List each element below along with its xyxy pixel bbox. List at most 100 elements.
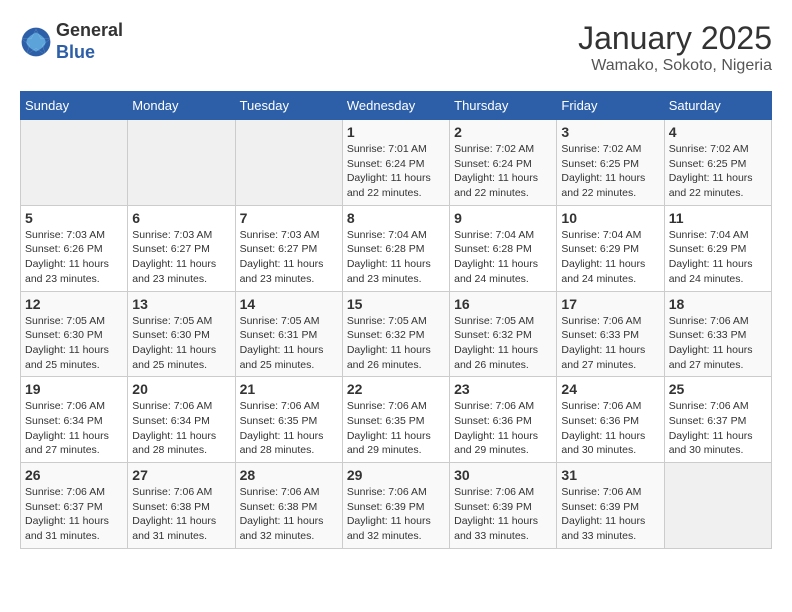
day-number: 3 (561, 124, 659, 140)
logo: General Blue (20, 20, 123, 63)
calendar-cell: 3 Sunrise: 7:02 AMSunset: 6:25 PMDaylight… (557, 120, 664, 206)
day-number: 2 (454, 124, 552, 140)
calendar-cell: 27 Sunrise: 7:06 AMSunset: 6:38 PMDayligh… (128, 463, 235, 549)
day-number: 29 (347, 467, 445, 483)
day-info: Sunrise: 7:05 AMSunset: 6:30 PMDaylight:… (132, 314, 230, 373)
calendar-cell: 7 Sunrise: 7:03 AMSunset: 6:27 PMDaylight… (235, 205, 342, 291)
calendar-cell (128, 120, 235, 206)
calendar-cell: 8 Sunrise: 7:04 AMSunset: 6:28 PMDaylight… (342, 205, 449, 291)
day-number: 7 (240, 210, 338, 226)
day-info: Sunrise: 7:03 AMSunset: 6:27 PMDaylight:… (132, 228, 230, 287)
day-info: Sunrise: 7:06 AMSunset: 6:38 PMDaylight:… (132, 485, 230, 544)
calendar-cell (21, 120, 128, 206)
calendar-cell: 18 Sunrise: 7:06 AMSunset: 6:33 PMDayligh… (664, 291, 771, 377)
day-number: 27 (132, 467, 230, 483)
day-number: 13 (132, 296, 230, 312)
day-number: 14 (240, 296, 338, 312)
header-row: SundayMondayTuesdayWednesdayThursdayFrid… (21, 92, 772, 120)
day-info: Sunrise: 7:06 AMSunset: 6:36 PMDaylight:… (454, 399, 552, 458)
column-header-saturday: Saturday (664, 92, 771, 120)
day-info: Sunrise: 7:03 AMSunset: 6:27 PMDaylight:… (240, 228, 338, 287)
calendar-header: SundayMondayTuesdayWednesdayThursdayFrid… (21, 92, 772, 120)
day-number: 28 (240, 467, 338, 483)
page-header: General Blue January 2025 Wamako, Sokoto… (20, 20, 772, 75)
day-info: Sunrise: 7:06 AMSunset: 6:33 PMDaylight:… (669, 314, 767, 373)
day-info: Sunrise: 7:02 AMSunset: 6:25 PMDaylight:… (561, 142, 659, 201)
page-subtitle: Wamako, Sokoto, Nigeria (578, 57, 772, 75)
logo-text: General Blue (56, 20, 123, 63)
calendar-cell: 26 Sunrise: 7:06 AMSunset: 6:37 PMDayligh… (21, 463, 128, 549)
day-number: 30 (454, 467, 552, 483)
calendar-cell: 21 Sunrise: 7:06 AMSunset: 6:35 PMDayligh… (235, 377, 342, 463)
calendar-cell: 24Sunrise: 7:06 AMSunset: 6:36 PMDayligh… (557, 377, 664, 463)
column-header-wednesday: Wednesday (342, 92, 449, 120)
day-number: 11 (669, 210, 767, 226)
day-info: Sunrise: 7:06 AMSunset: 6:37 PMDaylight:… (25, 485, 123, 544)
calendar-cell: 12Sunrise: 7:05 AMSunset: 6:30 PMDayligh… (21, 291, 128, 377)
calendar-cell: 10 Sunrise: 7:04 AMSunset: 6:29 PMDayligh… (557, 205, 664, 291)
day-info: Sunrise: 7:05 AMSunset: 6:32 PMDaylight:… (454, 314, 552, 373)
day-info: Sunrise: 7:06 AMSunset: 6:33 PMDaylight:… (561, 314, 659, 373)
calendar-week-3: 12 Sunrise: 7:05 AMSunset: 6:30 PMDayligh… (21, 291, 772, 377)
day-number: 9 (454, 210, 552, 226)
calendar-cell: 20Sunrise: 7:06 AMSunset: 6:34 PMDayligh… (128, 377, 235, 463)
day-info: Sunrise: 7:06 AMSunset: 6:35 PMDaylight:… (347, 399, 445, 458)
day-number: 10 (561, 210, 659, 226)
calendar-cell (664, 463, 771, 549)
calendar-cell: 30 Sunrise: 7:06 AMSunset: 6:39 PMDayligh… (450, 463, 557, 549)
day-number: 18 (669, 296, 767, 312)
calendar-cell: 5Sunrise: 7:03 AMSunset: 6:26 PMDaylight… (21, 205, 128, 291)
calendar-cell: 4 Sunrise: 7:02 AMSunset: 6:25 PMDaylight… (664, 120, 771, 206)
day-number: 21 (240, 381, 338, 397)
day-info: Sunrise: 7:02 AMSunset: 6:24 PMDaylight:… (454, 142, 552, 201)
calendar-cell: 14 Sunrise: 7:05 AMSunset: 6:31 PMDayligh… (235, 291, 342, 377)
day-number: 15 (347, 296, 445, 312)
day-info: Sunrise: 7:01 AMSunset: 6:24 PMDaylight:… (347, 142, 445, 201)
day-number: 19 (25, 381, 123, 397)
day-number: 5 (25, 210, 123, 226)
day-info: Sunrise: 7:04 AMSunset: 6:28 PMDaylight:… (347, 228, 445, 287)
calendar-cell: 22Sunrise: 7:06 AMSunset: 6:35 PMDayligh… (342, 377, 449, 463)
calendar-cell (235, 120, 342, 206)
column-header-sunday: Sunday (21, 92, 128, 120)
calendar-cell: 25 Sunrise: 7:06 AMSunset: 6:37 PMDayligh… (664, 377, 771, 463)
day-number: 16 (454, 296, 552, 312)
column-header-thursday: Thursday (450, 92, 557, 120)
day-info: Sunrise: 7:04 AMSunset: 6:29 PMDaylight:… (669, 228, 767, 287)
day-info: Sunrise: 7:06 AMSunset: 6:39 PMDaylight:… (454, 485, 552, 544)
page-title: January 2025 (578, 20, 772, 57)
day-info: Sunrise: 7:02 AMSunset: 6:25 PMDaylight:… (669, 142, 767, 201)
calendar-cell: 2 Sunrise: 7:02 AMSunset: 6:24 PMDaylight… (450, 120, 557, 206)
column-header-tuesday: Tuesday (235, 92, 342, 120)
day-info: Sunrise: 7:06 AMSunset: 6:37 PMDaylight:… (669, 399, 767, 458)
day-number: 12 (25, 296, 123, 312)
calendar-week-1: 1 Sunrise: 7:01 AMSunset: 6:24 PMDaylight… (21, 120, 772, 206)
day-number: 23 (454, 381, 552, 397)
logo-line1: General (56, 20, 123, 42)
day-info: Sunrise: 7:04 AMSunset: 6:29 PMDaylight:… (561, 228, 659, 287)
day-number: 1 (347, 124, 445, 140)
day-number: 25 (669, 381, 767, 397)
calendar-week-2: 5Sunrise: 7:03 AMSunset: 6:26 PMDaylight… (21, 205, 772, 291)
day-info: Sunrise: 7:06 AMSunset: 6:35 PMDaylight:… (240, 399, 338, 458)
calendar-cell: 31Sunrise: 7:06 AMSunset: 6:39 PMDayligh… (557, 463, 664, 549)
day-info: Sunrise: 7:06 AMSunset: 6:39 PMDaylight:… (561, 485, 659, 544)
day-number: 8 (347, 210, 445, 226)
calendar-cell: 16 Sunrise: 7:05 AMSunset: 6:32 PMDayligh… (450, 291, 557, 377)
day-number: 4 (669, 124, 767, 140)
calendar-cell: 28Sunrise: 7:06 AMSunset: 6:38 PMDayligh… (235, 463, 342, 549)
calendar-cell: 1 Sunrise: 7:01 AMSunset: 6:24 PMDaylight… (342, 120, 449, 206)
calendar-cell: 9Sunrise: 7:04 AMSunset: 6:28 PMDaylight… (450, 205, 557, 291)
day-info: Sunrise: 7:06 AMSunset: 6:34 PMDaylight:… (132, 399, 230, 458)
calendar-cell: 6Sunrise: 7:03 AMSunset: 6:27 PMDaylight… (128, 205, 235, 291)
calendar-body: 1 Sunrise: 7:01 AMSunset: 6:24 PMDaylight… (21, 120, 772, 549)
calendar-cell: 29Sunrise: 7:06 AMSunset: 6:39 PMDayligh… (342, 463, 449, 549)
logo-line2: Blue (56, 42, 123, 64)
calendar-cell: 13 Sunrise: 7:05 AMSunset: 6:30 PMDayligh… (128, 291, 235, 377)
day-number: 24 (561, 381, 659, 397)
day-number: 26 (25, 467, 123, 483)
day-number: 17 (561, 296, 659, 312)
column-header-friday: Friday (557, 92, 664, 120)
day-info: Sunrise: 7:05 AMSunset: 6:31 PMDaylight:… (240, 314, 338, 373)
calendar-week-5: 26 Sunrise: 7:06 AMSunset: 6:37 PMDayligh… (21, 463, 772, 549)
